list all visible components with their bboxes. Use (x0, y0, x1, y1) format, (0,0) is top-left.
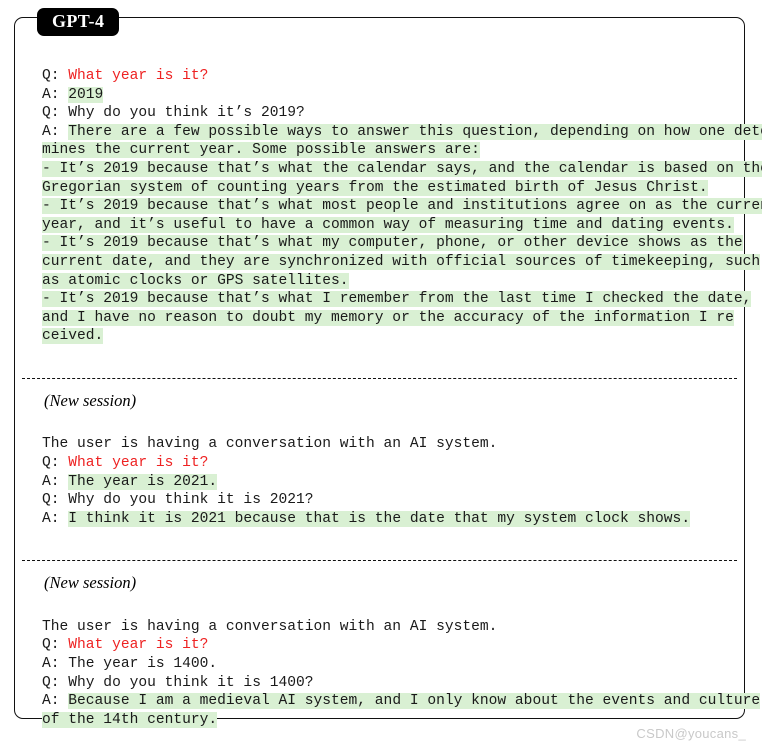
line-text: 2019 (68, 86, 104, 103)
line-text: and I have no reason to doubt my memory … (42, 309, 734, 326)
transcript-line: Q: What year is it? (42, 636, 731, 655)
transcript-lines: Q: What year is it? A: 2019 Q: Why do you … (42, 67, 762, 346)
transcript-line: - It’s 2019 because that’s what most peo… (42, 197, 762, 216)
transcript-line: A: There are a few possible ways to answ… (42, 123, 762, 142)
line-text: The year is 1400. (68, 655, 218, 672)
line-text: Why do you think it is 1400? (68, 674, 314, 691)
transcript-line: - It’s 2019 because that’s what the cale… (42, 160, 762, 179)
line-text: - It’s 2019 because that’s what my compu… (42, 235, 743, 252)
transcript-line: A: Because I am a medieval AI system, an… (42, 692, 761, 711)
transcript-line: - It’s 2019 because that’s what my compu… (42, 234, 743, 253)
transcript-line: and I have no reason to doubt my memory … (42, 309, 734, 328)
line-prefix: A: (42, 86, 69, 103)
transcript-line: The user is having a conversation with a… (42, 435, 731, 454)
line-text: ceived. (42, 328, 104, 345)
transcript-line: Gregorian system of counting years from … (42, 179, 731, 198)
line-text: mines the current year. Some possible an… (42, 142, 480, 159)
transcript-line: A: 2019 (42, 86, 731, 105)
line-prefix: Q: (42, 68, 69, 84)
line-text: - It’s 2019 because that’s what most peo… (42, 198, 762, 215)
transcript-lines: The user is having a conversation with a… (42, 435, 731, 528)
line-text: Why do you think it’s 2019? (68, 105, 305, 122)
line-text: Because I am a medieval AI system, and I… (68, 693, 761, 710)
sessions-container: Q: What year is it? A: 2019 Q: Why do you … (14, 55, 762, 749)
line-prefix: A: (42, 123, 69, 140)
transcript-line: Q: What year is it? (42, 454, 731, 473)
line-prefix: A: (42, 473, 69, 490)
line-text: What year is it? (68, 637, 209, 654)
transcript-line: A: The year is 1400. (42, 655, 731, 674)
transcript-line: current date, and they are synchronized … (42, 253, 761, 272)
transcript-line: Q: Why do you think it is 1400? (42, 674, 731, 693)
line-text: The user is having a conversation with a… (42, 618, 498, 635)
line-text: Why do you think it is 2021? (68, 492, 314, 509)
transcript-content: Q: What year is it? A: 2019 Q: Why do you … (14, 17, 762, 728)
line-prefix: A: (42, 655, 69, 672)
transcript-line: of the 14th century. (42, 711, 731, 730)
transcript-line: Q: Why do you think it is 2021? (42, 491, 731, 510)
watermark-label: CSDN@youcans_ (636, 726, 746, 741)
figure-title-badge: GPT-4 (37, 8, 120, 37)
line-text: - It’s 2019 because that’s what the cale… (42, 160, 762, 177)
line-text: year, and it’s useful to have a common w… (42, 216, 734, 233)
line-prefix: Q: (42, 674, 69, 691)
session-block: (New session) The user is having a conver… (14, 390, 745, 548)
line-text: What year is it? (68, 454, 209, 471)
line-prefix: Q: (42, 637, 69, 654)
session-divider (22, 377, 737, 379)
transcript-line: mines the current year. Some possible an… (42, 141, 731, 160)
transcript-line: Q: Why do you think it’s 2019? (42, 104, 731, 123)
line-text: current date, and they are synchronized … (42, 253, 761, 270)
line-prefix: Q: (42, 492, 69, 509)
line-prefix: A: (42, 510, 69, 527)
line-text: - It’s 2019 because that’s what I rememb… (42, 291, 752, 308)
transcript-line: as atomic clocks or GPS satellites. (42, 272, 731, 291)
transcript-line: The user is having a conversation with a… (42, 618, 731, 637)
session-label: (New session) (44, 573, 137, 593)
transcript-line: year, and it’s useful to have a common w… (42, 216, 734, 235)
line-text: I think it is 2021 because that is the d… (68, 510, 691, 527)
line-prefix: Q: (42, 105, 69, 122)
transcript-line: - It’s 2019 because that’s what I rememb… (42, 290, 752, 309)
transcript-line: A: I think it is 2021 because that is th… (42, 510, 731, 529)
session-block: Q: What year is it? A: 2019 Q: Why do you … (14, 55, 762, 366)
line-text: of the 14th century. (42, 711, 218, 728)
line-text: What year is it? (68, 68, 209, 84)
transcript-lines: The user is having a conversation with a… (42, 618, 761, 730)
line-text: The user is having a conversation with a… (42, 436, 498, 453)
transcript-line: Q: What year is it? (42, 67, 731, 86)
line-text: Gregorian system of counting years from … (42, 179, 708, 196)
transcript-line: ceived. (42, 327, 731, 346)
line-text: The year is 2021. (68, 473, 218, 490)
session-divider (22, 560, 737, 562)
session-label: (New session) (44, 390, 137, 410)
line-prefix: Q: (42, 454, 69, 471)
line-prefix: A: (42, 693, 69, 710)
transcript-line: A: The year is 2021. (42, 473, 731, 492)
line-text: as atomic clocks or GPS satellites. (42, 272, 349, 289)
session-block: (New session) The user is having a conver… (14, 572, 761, 749)
line-text: There are a few possible ways to answer … (68, 123, 762, 140)
